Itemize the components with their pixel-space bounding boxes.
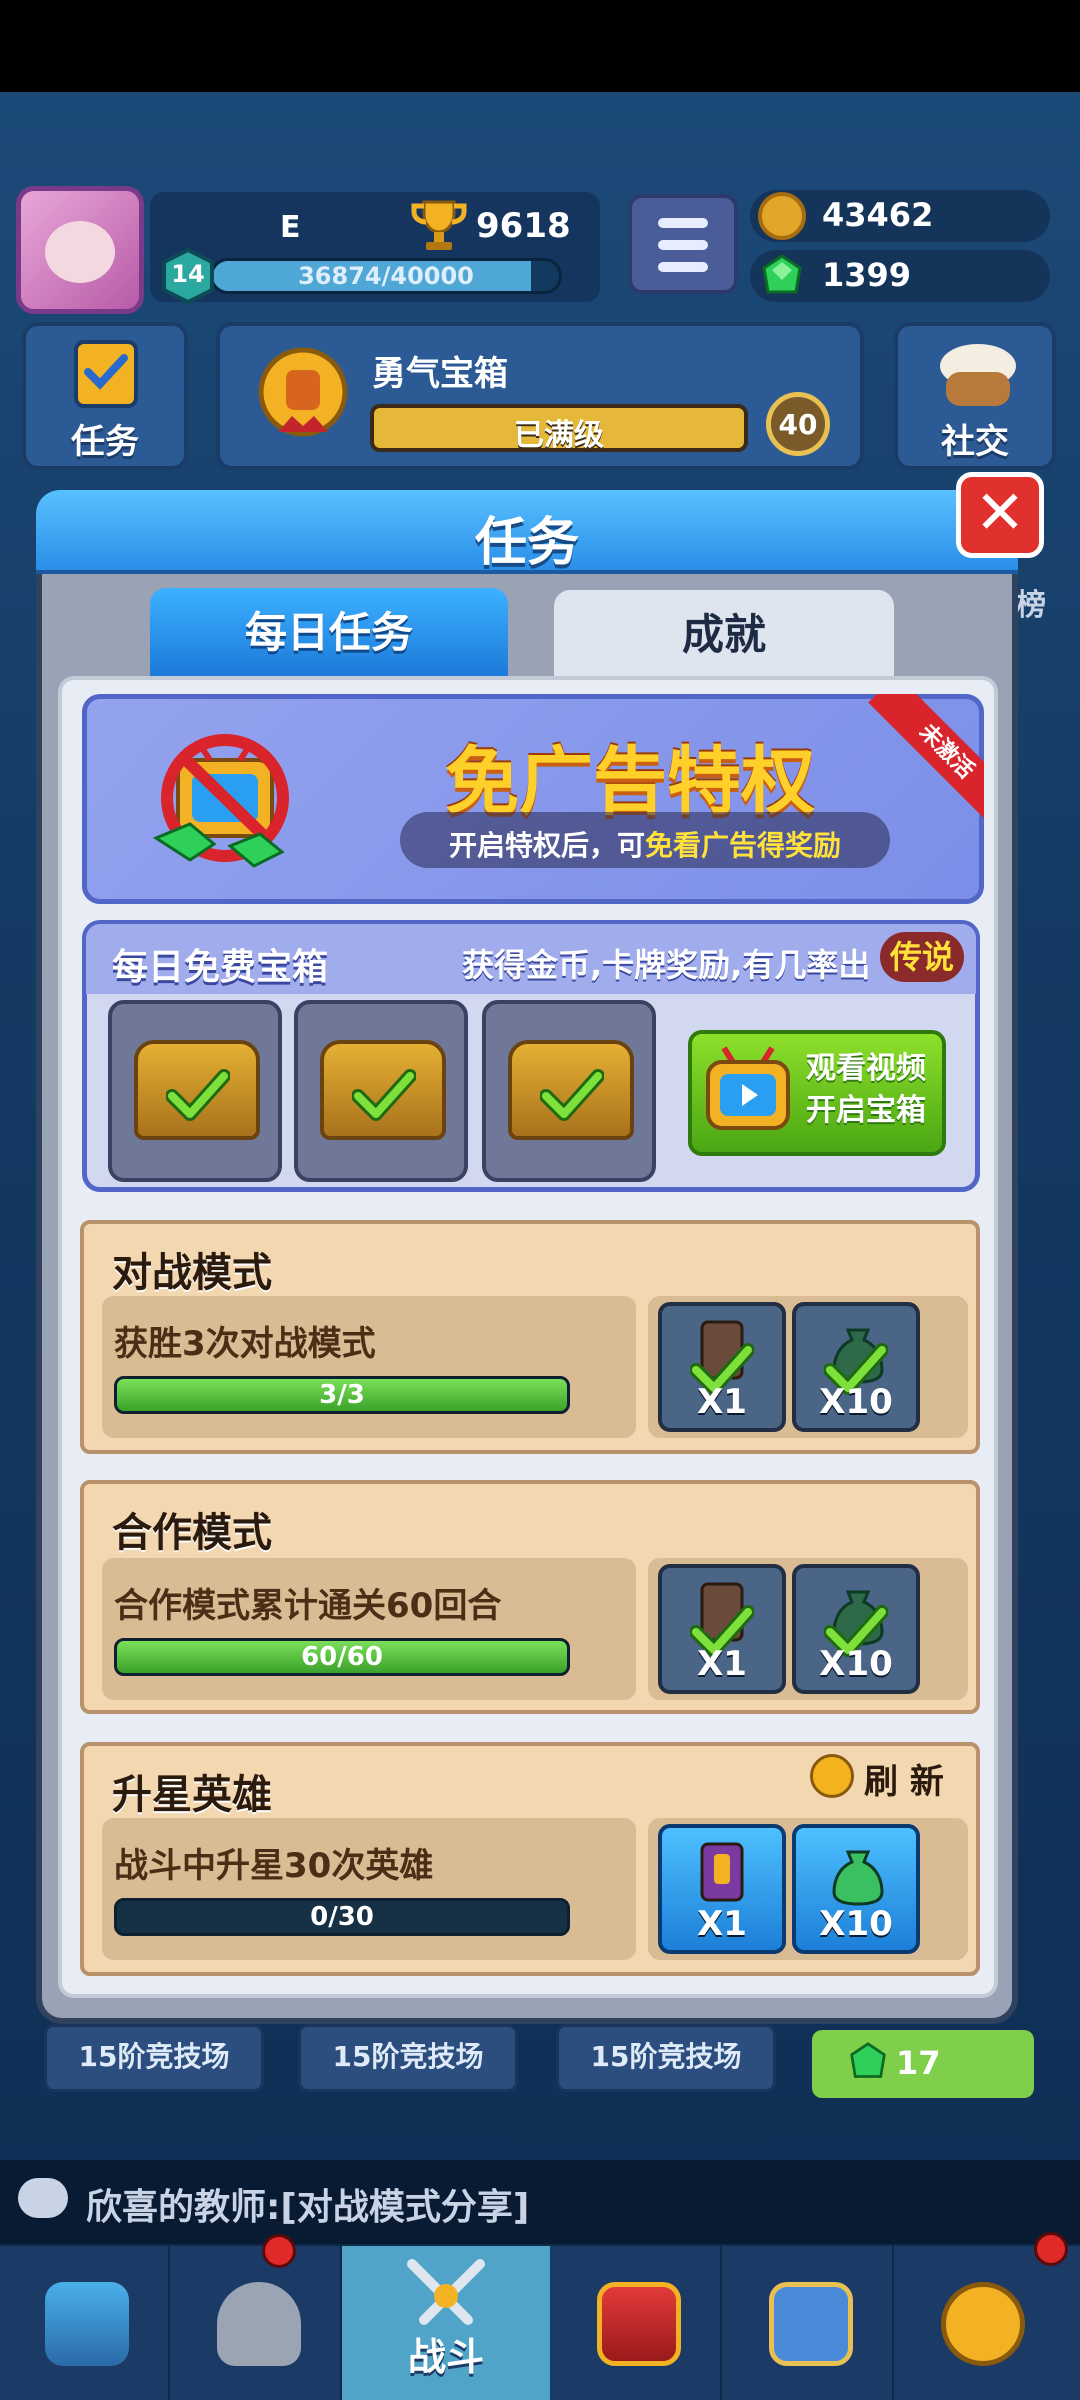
trophy-icon: [411, 200, 467, 250]
nav-heroes[interactable]: [172, 2246, 342, 2400]
xp-text: 36874/40000: [298, 262, 474, 290]
nav-rank[interactable]: [552, 2246, 722, 2400]
money-bag-icon: [832, 1850, 884, 1906]
check-icon: [166, 1069, 230, 1121]
player-level: 14: [171, 260, 205, 288]
nav-explore[interactable]: [896, 2246, 1066, 2400]
task-description: 获胜3次对战模式: [114, 1324, 376, 1364]
social-helmet-icon: [940, 344, 1016, 406]
clipboard-icon: [74, 340, 138, 408]
chat-message[interactable]: 欣喜的教师:[对战模式分享]: [86, 2178, 529, 2230]
nav-team[interactable]: [724, 2246, 894, 2400]
ad-free-subtitle-highlight: 免看广告得奖励: [645, 829, 842, 862]
side-rank-label: 榜: [1016, 588, 1046, 623]
task-description: 战斗中升星30次英雄: [114, 1846, 434, 1886]
video-tv-icon: [706, 1046, 790, 1130]
daily-free-chest-description: 获得金币,卡牌奖励,有几率出: [462, 946, 871, 984]
refresh-icon[interactable]: [810, 1754, 854, 1798]
trophy-count: 9618: [476, 206, 571, 246]
task-progress-text: 60/60: [301, 1642, 383, 1672]
reward-label: X1: [697, 1644, 747, 1684]
no-ads-tv-icon: [152, 734, 289, 868]
team-icon: [769, 2282, 853, 2366]
gem-reward-count: 17: [896, 2044, 941, 2082]
status-bar: [0, 0, 1080, 92]
close-icon[interactable]: ✕: [956, 478, 1044, 548]
ad-free-subtitle-prefix: 开启特权后，可: [448, 829, 645, 862]
task-description: 合作模式累计通关60回合: [114, 1586, 502, 1626]
check-icon: [540, 1069, 604, 1121]
arena-label: 15阶竞技场: [556, 2024, 776, 2092]
player-avatar[interactable]: [16, 186, 144, 314]
modal-title: 任务: [474, 513, 579, 573]
shop-chest-icon: [45, 2282, 129, 2366]
social-button-label: 社交: [941, 422, 1009, 462]
ad-free-subtitle: 开启特权后，可免看广告得奖励: [400, 824, 890, 864]
compass-icon: [941, 2282, 1025, 2366]
task-progress-text: 3/3: [319, 1380, 365, 1410]
notification-dot: [1034, 2232, 1068, 2266]
free-chest-slot[interactable]: [108, 1000, 282, 1182]
tab-achievements[interactable]: 成就: [554, 590, 894, 684]
free-chest-slot[interactable]: [482, 1000, 656, 1182]
watch-video-label: 观看视频 开启宝箱: [796, 1048, 936, 1132]
reward-label: X10: [819, 1382, 893, 1422]
reward-label: X1: [697, 1904, 747, 1944]
green-gem-icon: [850, 2042, 886, 2078]
task-title: 升星英雄: [112, 1772, 272, 1818]
gold-amount: 43462: [822, 196, 934, 234]
nav-battle-label: 战斗: [407, 2335, 484, 2379]
battle-swords-icon: [407, 2259, 485, 2325]
check-icon: [352, 1069, 416, 1121]
daily-free-chest-title: 每日免费宝箱: [112, 947, 329, 988]
gold-coin-icon: [758, 192, 806, 240]
arena-label: 15阶竞技场: [44, 2024, 264, 2092]
chest-level: 40: [778, 408, 818, 441]
task-title: 合作模式: [112, 1510, 272, 1556]
watch-video-line2: 开启宝箱: [806, 1093, 926, 1128]
knight-helmet-icon: [217, 2282, 301, 2366]
inactive-ribbon-label: 未激活: [868, 694, 984, 828]
tab-daily-tasks[interactable]: 每日任务: [150, 588, 508, 682]
chat-bubble-icon: [18, 2178, 68, 2218]
free-chest-slot[interactable]: [294, 1000, 468, 1182]
task-title: 对战模式: [112, 1250, 272, 1296]
fist-badge-icon: [258, 347, 348, 437]
crown-laurel-icon: [597, 2282, 681, 2366]
reward-label: X1: [697, 1382, 747, 1422]
nav-shop[interactable]: [0, 2246, 170, 2400]
task-button-label: 任务: [71, 422, 139, 462]
reward-label: X10: [819, 1904, 893, 1944]
gem-amount: 1399: [822, 256, 912, 294]
card-icon: [700, 1842, 744, 1902]
player-name: E: [280, 210, 301, 245]
legendary-tag: 传说: [880, 932, 964, 982]
watch-video-line1: 观看视频: [806, 1051, 926, 1086]
inactive-ribbon: 未激活: [850, 694, 984, 828]
chest-name: 勇气宝箱: [372, 354, 508, 394]
refresh-button[interactable]: 刷 新: [864, 1754, 944, 1803]
green-gem-icon: [762, 254, 802, 294]
arena-label: 15阶竞技场: [298, 2024, 518, 2092]
reward-label: X10: [819, 1644, 893, 1684]
notification-dot: [262, 2234, 296, 2268]
chest-status: 已满级: [514, 418, 604, 453]
menu-button[interactable]: [628, 194, 738, 294]
task-progress-text: 0/30: [310, 1902, 374, 1932]
